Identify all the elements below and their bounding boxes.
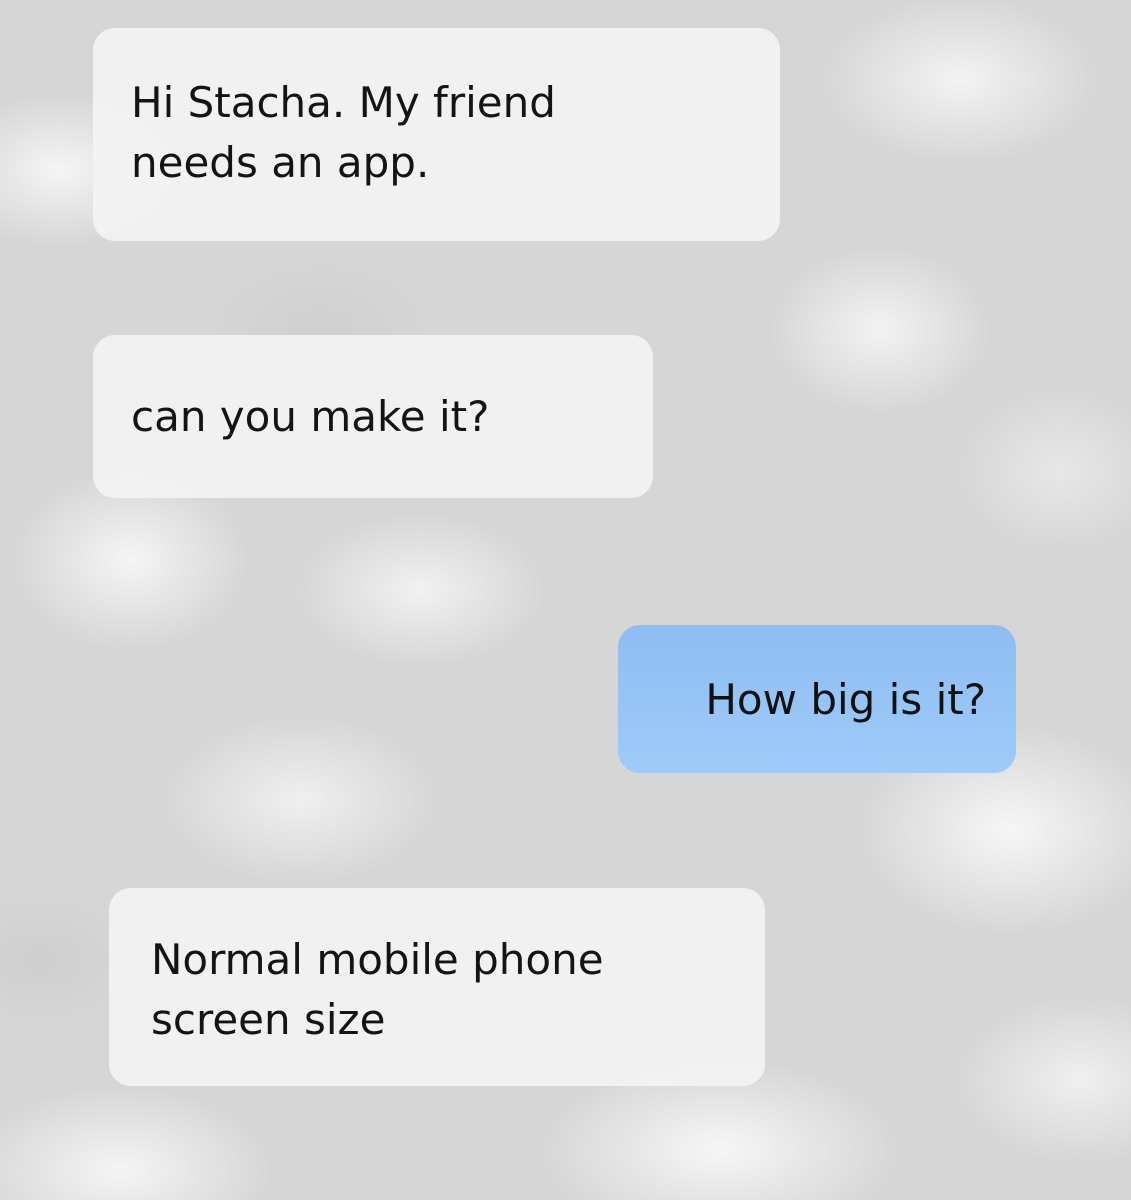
incoming-message-bubble: can you make it? [93, 335, 653, 498]
message-text: How big is it? [705, 675, 986, 724]
outgoing-message-bubble: How big is it? [618, 625, 1016, 773]
chat-screen: { "conversation": { "messages": [ { "dir… [0, 0, 1131, 1200]
message-text: Normal mobile phone screen size [151, 935, 604, 1044]
message-text: can you make it? [131, 392, 490, 441]
incoming-message-bubble: Normal mobile phone screen size [109, 888, 765, 1086]
incoming-message-bubble: Hi Stacha. My friend needs an app. [93, 28, 780, 241]
message-text: Hi Stacha. My friend needs an app. [131, 78, 556, 187]
